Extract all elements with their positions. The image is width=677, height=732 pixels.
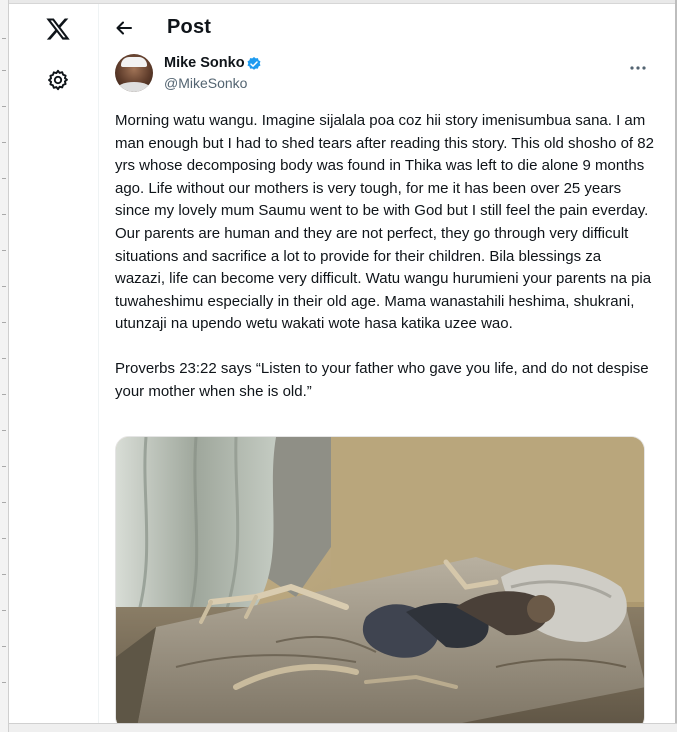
more-horizontal-icon <box>630 66 646 70</box>
gutter-tick <box>2 682 6 683</box>
gutter-tick <box>2 142 6 143</box>
avatar-shirt-shape <box>117 82 151 92</box>
back-button[interactable] <box>112 16 136 40</box>
gutter-tick <box>2 466 6 467</box>
post-header: Post <box>100 4 675 52</box>
gutter-tick <box>2 178 6 179</box>
post-column: Post Mike Sonko @MikeSonko Morning watu … <box>100 4 675 723</box>
gutter-tick <box>2 574 6 575</box>
window-left-gutter <box>0 0 9 732</box>
author-display-name[interactable]: Mike Sonko <box>164 55 245 71</box>
gear-icon[interactable] <box>46 68 70 92</box>
avatar-cap-shape <box>121 57 147 67</box>
avatar[interactable] <box>115 54 153 92</box>
tweet-author: Mike Sonko @MikeSonko <box>100 52 675 100</box>
gutter-tick <box>2 538 6 539</box>
author-handle[interactable]: @MikeSonko <box>164 75 247 91</box>
x-logo-icon[interactable] <box>45 16 71 42</box>
gutter-tick <box>2 646 6 647</box>
gutter-tick <box>2 106 6 107</box>
gutter-tick <box>2 70 6 71</box>
window-bottom-edge <box>9 723 677 732</box>
gutter-tick <box>2 286 6 287</box>
gutter-tick <box>2 430 6 431</box>
gutter-tick <box>2 394 6 395</box>
tweet-text: Morning watu wangu. Imagine sijalala poa… <box>115 110 655 403</box>
photo-illustration <box>116 437 644 723</box>
gutter-tick <box>2 322 6 323</box>
gutter-tick <box>2 610 6 611</box>
page-title: Post <box>167 16 212 38</box>
gutter-tick <box>2 502 6 503</box>
gutter-tick <box>2 214 6 215</box>
tweet-photo[interactable] <box>115 436 645 723</box>
gutter-tick <box>2 38 6 39</box>
more-button[interactable] <box>628 58 648 78</box>
tweet-paragraph: Proverbs 23:22 says “Listen to your fath… <box>115 359 653 400</box>
arrow-left-icon <box>116 21 132 35</box>
tweet-paragraph: Morning watu wangu. Imagine sijalala poa… <box>115 112 659 333</box>
gutter-tick <box>2 358 6 359</box>
verified-badge-icon <box>247 57 261 70</box>
gutter-tick <box>2 250 6 251</box>
nav-rail <box>9 4 99 723</box>
